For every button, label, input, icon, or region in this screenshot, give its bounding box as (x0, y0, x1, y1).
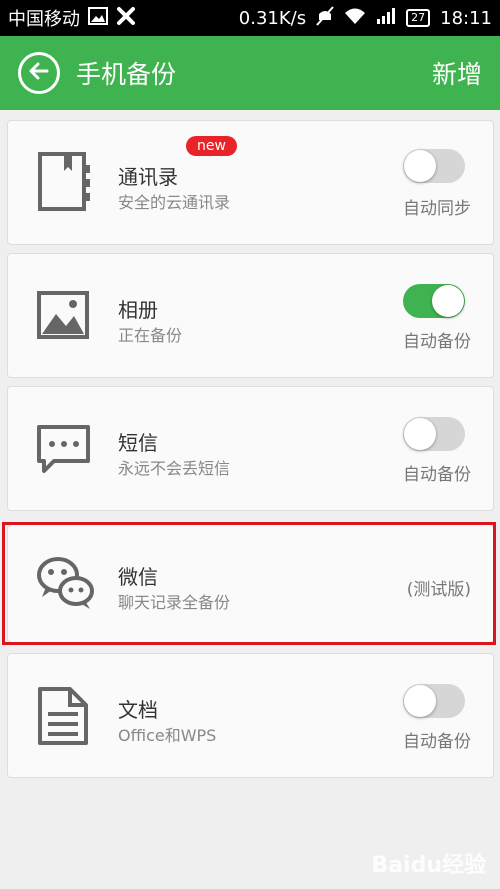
toggle-knob (404, 418, 436, 450)
page-title: 手机备份 (76, 60, 177, 89)
item-name: 相册 (118, 298, 158, 322)
auto-sync-toggle[interactable] (403, 149, 465, 183)
net-speed: 0.31K/s (238, 7, 307, 29)
document-icon (36, 686, 92, 745)
backup-item-photos[interactable]: 相册 正在备份 自动备份 (7, 253, 494, 378)
back-button[interactable] (18, 52, 60, 94)
status-bar: 中国移动 0.31K/s 27 18:11 (0, 0, 500, 36)
sms-icon (36, 423, 92, 479)
arrow-left-icon (28, 60, 50, 86)
auto-backup-toggle[interactable] (403, 417, 465, 451)
item-desc: 正在备份 (118, 326, 183, 345)
item-name: 文档 (118, 698, 158, 722)
auto-backup-toggle[interactable] (403, 284, 465, 318)
backup-item-contacts[interactable]: new 通讯录 安全的云通讯录 自动同步 (7, 120, 494, 245)
toggle-label: 自动备份 (403, 465, 471, 485)
item-desc: 永远不会丢短信 (118, 459, 231, 478)
watermark: Baidu经验 (371, 853, 486, 878)
wifi-icon (344, 7, 366, 30)
backup-item-documents[interactable]: 文档 Office和WPS 自动备份 (7, 653, 494, 778)
item-name: 通讯录 (118, 165, 178, 189)
highlight-box (2, 522, 496, 645)
backup-item-sms[interactable]: 短信 永远不会丢短信 自动备份 (7, 386, 494, 511)
tools-notification-icon (116, 6, 136, 31)
item-name: 短信 (118, 431, 158, 455)
contacts-book-icon (36, 151, 92, 211)
toggle-knob (404, 685, 436, 717)
battery-indicator: 27 (406, 9, 431, 27)
add-button[interactable]: 新增 (432, 55, 482, 91)
signal-icon (376, 7, 396, 30)
toggle-label: 自动备份 (403, 332, 471, 352)
app-bar: 手机备份 新增 (0, 36, 500, 110)
toggle-knob (432, 285, 464, 317)
gallery-notification-icon (88, 6, 108, 30)
toggle-label: 自动备份 (403, 732, 471, 752)
auto-backup-toggle[interactable] (403, 684, 465, 718)
carrier-label: 中国移动 (8, 9, 80, 30)
toggle-knob (404, 150, 436, 182)
item-desc: Office和WPS (118, 726, 217, 745)
new-badge: new (186, 136, 237, 156)
toggle-label: 自动同步 (403, 199, 471, 219)
item-desc: 安全的云通讯录 (118, 193, 231, 212)
mute-icon (316, 5, 334, 31)
clock: 18:11 (440, 7, 492, 29)
photo-icon (36, 288, 92, 344)
